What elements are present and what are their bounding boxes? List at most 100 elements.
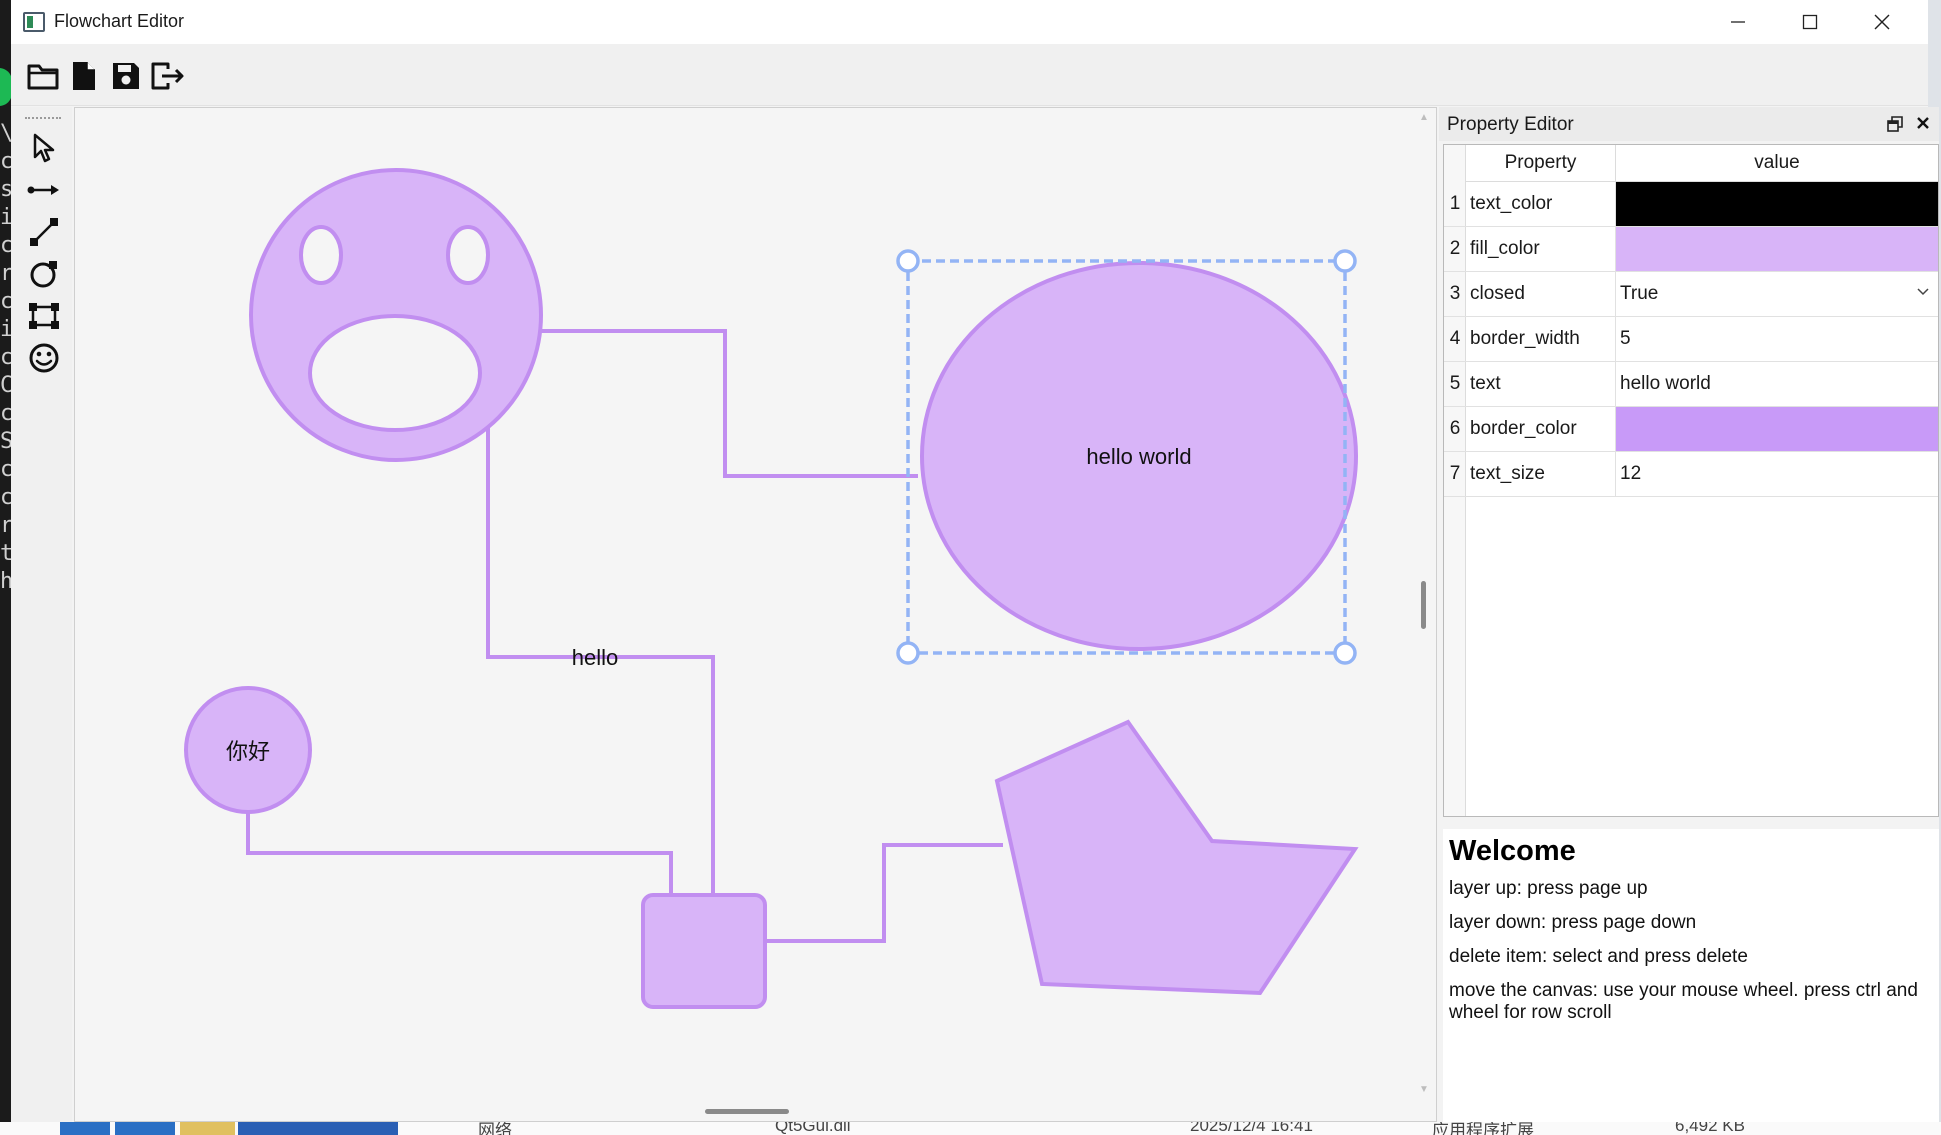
minimize-button[interactable] xyxy=(1702,0,1774,44)
save-button[interactable] xyxy=(107,58,145,94)
connector-square-to-pentagon[interactable] xyxy=(767,843,1003,943)
background-terminal: \csicrcicCcSccrth xyxy=(0,0,12,1135)
table-row[interactable]: 1 text_color xyxy=(1444,182,1938,227)
column-header-value[interactable]: value xyxy=(1616,145,1938,182)
row-number: 7 xyxy=(1449,463,1461,484)
shapes xyxy=(184,168,1359,1009)
tool-palette xyxy=(11,107,72,1122)
folder-open-icon xyxy=(27,64,59,90)
app-icon xyxy=(23,12,45,32)
row-number: 2 xyxy=(1449,238,1461,259)
close-window-button[interactable] xyxy=(1846,0,1918,44)
diagram-canvas[interactable]: hello world hello 你好 ▲ ▼ xyxy=(74,107,1437,1122)
border-width-value[interactable]: 5 xyxy=(1616,317,1938,361)
arrow-line-tool-button[interactable] xyxy=(24,171,64,209)
line-tool-button[interactable] xyxy=(24,213,64,251)
resize-handle-bottom-right[interactable] xyxy=(1333,641,1357,665)
app-window: Flowchart Editor hello world hello 你好 ▲ … xyxy=(11,0,1939,1122)
circle-icon xyxy=(30,261,57,288)
property-editor-title: Property Editor xyxy=(1447,114,1574,135)
select-tool-button[interactable] xyxy=(24,129,64,167)
smiley-icon xyxy=(29,343,59,373)
float-dock-icon[interactable] xyxy=(1886,115,1904,133)
new-file-button[interactable] xyxy=(65,58,103,94)
help-line: layer up: press page up xyxy=(1449,878,1648,899)
open-button[interactable] xyxy=(24,58,62,94)
property-name: text_size xyxy=(1466,452,1616,496)
title-bar[interactable]: Flowchart Editor xyxy=(11,0,1928,44)
property-name: border_width xyxy=(1466,317,1616,361)
circle-label: 你好 xyxy=(225,739,271,764)
smiley-shape[interactable] xyxy=(249,168,543,462)
table-row[interactable]: 5 text hello world xyxy=(1444,362,1938,407)
resize-handle-top-left[interactable] xyxy=(896,249,920,273)
property-name: closed xyxy=(1466,272,1616,316)
chevron-down-icon xyxy=(1917,288,1929,296)
table-row[interactable]: 6 border_color xyxy=(1444,407,1938,452)
line-icon xyxy=(30,218,58,246)
row-number: 1 xyxy=(1449,193,1461,214)
background-taskbar: 网络 Qt5Gui.dll 2025/12/4 16:41 应用程序扩展 6,4… xyxy=(0,1122,1941,1135)
pointer-icon xyxy=(33,133,55,163)
closed-dropdown[interactable]: True xyxy=(1616,272,1938,316)
resize-handle-bottom-left[interactable] xyxy=(896,641,920,665)
column-header-property[interactable]: Property xyxy=(1466,145,1616,182)
scroll-down-arrow-icon[interactable]: ▼ xyxy=(1419,1084,1429,1095)
resize-handle-top-right[interactable] xyxy=(1333,249,1357,273)
smiley-tool-button[interactable] xyxy=(24,339,64,377)
terminal-text: \csicrcicCcSccrth xyxy=(0,121,11,594)
fill-color-swatch[interactable] xyxy=(1616,227,1938,271)
property-name: fill_color xyxy=(1466,227,1616,271)
property-table: Property value 1 text_color 2 fill_color… xyxy=(1443,144,1939,817)
connector-circle-to-square[interactable] xyxy=(246,811,673,895)
table-row[interactable]: 7 text_size 12 xyxy=(1444,452,1938,497)
horizontal-scroll-thumb[interactable] xyxy=(705,1109,789,1114)
square-shape[interactable] xyxy=(641,893,767,1009)
canvas-drawing xyxy=(184,168,1359,1009)
main-toolbar xyxy=(11,44,1928,106)
table-row[interactable]: 2 fill_color xyxy=(1444,227,1938,272)
property-name: text_color xyxy=(1466,182,1616,226)
property-editor-titlebar[interactable]: Property Editor xyxy=(1439,107,1939,141)
table-row[interactable]: 4 border_width 5 xyxy=(1444,317,1938,362)
text-value[interactable]: hello world xyxy=(1616,362,1938,406)
close-dock-icon[interactable] xyxy=(1913,113,1933,133)
minimize-icon xyxy=(1731,21,1745,23)
new-file-icon xyxy=(73,62,95,90)
connector-label: hello xyxy=(571,645,619,670)
closed-dropdown-value: True xyxy=(1620,283,1659,304)
close-icon xyxy=(1874,14,1890,30)
maximize-button[interactable] xyxy=(1774,0,1846,44)
rectangle-tool-button[interactable] xyxy=(24,297,64,335)
row-number: 3 xyxy=(1449,283,1461,304)
text-color-swatch[interactable] xyxy=(1616,182,1938,226)
help-line: delete item: select and press delete xyxy=(1449,946,1748,967)
help-line: move the canvas: use your mouse wheel. p… xyxy=(1449,980,1918,1023)
maximize-icon xyxy=(1802,14,1818,30)
welcome-panel: Welcome layer up: press page up layer do… xyxy=(1443,829,1939,1122)
window-title: Flowchart Editor xyxy=(54,11,185,31)
welcome-heading: Welcome xyxy=(1449,835,1576,867)
save-icon xyxy=(113,63,139,89)
pentagon-shape[interactable] xyxy=(994,719,1359,996)
vertical-scrollbar[interactable]: ▲ ▼ xyxy=(1412,108,1436,1098)
row-number: 4 xyxy=(1449,328,1461,349)
connector-smiley-to-ellipse[interactable] xyxy=(541,329,918,478)
property-editor-panel: Property Editor Property value 1 text_co… xyxy=(1439,107,1939,1122)
scroll-up-arrow-icon[interactable]: ▲ xyxy=(1419,112,1429,123)
table-row[interactable]: 3 closed True xyxy=(1444,272,1938,317)
rectangle-icon xyxy=(29,303,59,329)
circle-tool-button[interactable] xyxy=(24,255,64,293)
border-color-swatch[interactable] xyxy=(1616,407,1938,451)
exit-button[interactable] xyxy=(149,58,187,94)
arrow-line-icon xyxy=(27,185,59,195)
row-number: 6 xyxy=(1449,418,1461,439)
vertical-scroll-thumb[interactable] xyxy=(1421,581,1426,629)
property-name: text xyxy=(1466,362,1616,406)
horizontal-scrollbar[interactable] xyxy=(75,1098,1412,1121)
text-size-value[interactable]: 12 xyxy=(1616,452,1938,496)
toolbar-grip[interactable] xyxy=(25,117,61,119)
row-number: 5 xyxy=(1449,373,1461,394)
help-line: layer down: press page down xyxy=(1449,912,1697,933)
ellipse-label: hello world xyxy=(1086,444,1192,469)
